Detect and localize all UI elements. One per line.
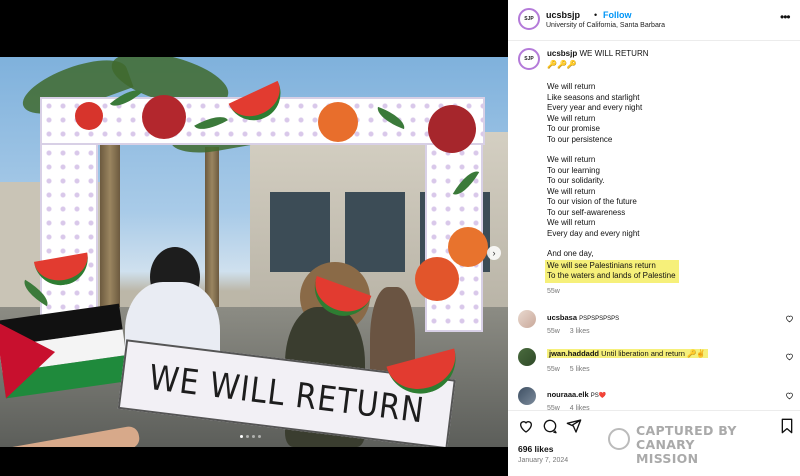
canary-bird-icon [608,428,630,450]
follow-button[interactable]: Follow [603,10,632,20]
caption-line: To our solidarity. [547,176,605,185]
caption-line: Like seasons and starlight [547,92,640,102]
caption-line: To our self-awareness [547,207,626,217]
heart-icon[interactable] [518,418,534,434]
more-options-icon[interactable]: ••• [780,10,791,24]
caption-line: To our promise [547,124,600,133]
comment-username[interactable]: ucsbasa [547,313,577,322]
post-side-panel: SJP ucsbsjp • Follow University of Calif… [508,0,800,476]
comment-meta: 55w 5 likes [547,366,598,373]
likes-count[interactable]: 696 likes [518,444,553,454]
post-date: January 7, 2024 [518,457,569,464]
post-username[interactable]: ucsbsjp [546,10,580,20]
comment-text: nouraaa.elk PS❤️ [547,390,777,399]
next-slide-icon[interactable]: › [487,246,501,260]
carousel-dot [246,435,249,438]
caption-line: We will see Palestinians return [547,260,656,270]
heart-icon[interactable] [785,314,794,323]
avatar[interactable]: SJP [518,48,540,70]
heart-icon[interactable] [785,352,794,361]
comment-text: ucsbasa PSPSPSPSPS [547,313,777,322]
caption-line: To the waters and lands of Palestine [547,271,676,280]
caption-line: To our vision of the future [547,197,637,206]
highlighted-comment: jwan.haddadd Until liberation and return… [547,349,708,358]
avatar[interactable] [518,348,536,366]
caption-line: We will return [547,186,596,196]
canary-mission-watermark: CAPTURED BY CANARY MISSION [608,423,758,466]
post-location[interactable]: University of California, Santa Barbara [546,22,665,29]
comment-body: PSPSPSPSPS [579,316,620,322]
avatar-logo-text: SJP [524,55,534,62]
comment-text: jwan.haddadd Until liberation and return… [547,349,777,358]
avatar[interactable]: SJP [518,8,540,30]
caption-line: To our persistence [547,134,613,144]
bookmark-icon[interactable] [780,418,794,434]
caption-line: To our learning [547,165,600,175]
header-divider [508,40,800,41]
caption-line: We will return [547,218,596,227]
actions-divider [508,410,800,411]
heart-icon[interactable] [785,391,794,400]
caption-title: WE WILL RETURN [579,49,649,58]
comment-age: 55w [547,328,560,335]
comment-likes[interactable]: 5 likes [570,366,590,373]
caption-line: Every day and every night [547,228,640,238]
comment-username[interactable]: jwan.haddadd [549,349,599,358]
carousel-dot [258,435,261,438]
watermark-line: CANARY MISSION [636,437,699,466]
caption-line: We will return [547,82,596,91]
comment-likes[interactable]: 3 likes [570,328,590,335]
caption-username[interactable]: ucsbsjp [547,49,577,58]
avatar-logo-text: SJP [524,15,534,22]
separator-dot: • [594,10,598,20]
caption-line: Every year and every night [547,103,643,112]
highlighted-passage: We will see Palestinians return To the w… [545,259,679,283]
caption-line: And one day, [547,249,594,258]
caption-age: 55w [547,287,560,295]
avatar[interactable] [518,310,536,328]
comment-age: 55w [547,366,560,373]
comment-username[interactable]: nouraaa.elk [547,390,589,399]
share-icon[interactable] [566,418,582,434]
post-caption: ucsbsjp WE WILL RETURN 🔑🔑🔑 We will retur… [545,49,787,297]
carousel-indicator [240,435,261,438]
post-media: WE WILL RETURN › [0,0,508,476]
carousel-dot [252,435,255,438]
carousel-dot [240,435,243,438]
caption-line: We will return [547,113,596,123]
caption-line: We will return [547,155,596,164]
caption-stanza: And one day, We will see Palestinians re… [545,249,787,283]
caption-stanza: We will return To our learning To our so… [547,155,787,239]
comment-body: Until liberation and return 🔑✌ [601,349,706,358]
watermark-line: CAPTURED BY [636,423,737,438]
comment-icon[interactable] [542,418,558,434]
caption-stanza: We will return Like seasons and starligh… [547,82,787,145]
avatar[interactable] [518,387,536,405]
caption-emoji: 🔑🔑🔑 [547,59,577,69]
comment-meta: 55w 3 likes [547,328,598,335]
post-photo: WE WILL RETURN [0,57,508,447]
comment-body: PS❤️ [590,393,607,399]
